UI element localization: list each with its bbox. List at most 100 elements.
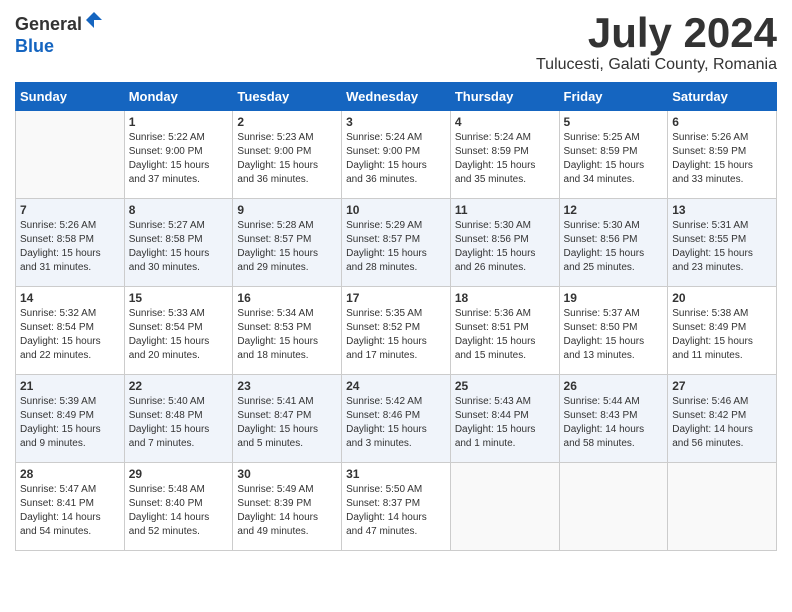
day-info: Sunrise: 5:32 AMSunset: 8:54 PMDaylight:…	[20, 307, 120, 363]
day-number: 22	[129, 379, 229, 393]
day-number: 1	[129, 115, 229, 129]
day-number: 13	[672, 203, 772, 217]
calendar-cell: 16Sunrise: 5:34 AMSunset: 8:53 PMDayligh…	[233, 287, 342, 375]
calendar-cell	[559, 463, 668, 551]
day-info: Sunrise: 5:50 AMSunset: 8:37 PMDaylight:…	[346, 483, 446, 539]
day-info: Sunrise: 5:46 AMSunset: 8:42 PMDaylight:…	[672, 395, 772, 451]
day-number: 10	[346, 203, 446, 217]
location-title: Tulucesti, Galati County, Romania	[536, 56, 777, 74]
calendar-cell: 3 Sunrise: 5:24 AMSunset: 9:00 PMDaylight…	[342, 111, 451, 199]
calendar-cell	[450, 463, 559, 551]
day-number: 7	[20, 203, 120, 217]
day-info: Sunrise: 5:38 AMSunset: 8:49 PMDaylight:…	[672, 307, 772, 363]
calendar-cell: 17Sunrise: 5:35 AMSunset: 8:52 PMDayligh…	[342, 287, 451, 375]
calendar-cell: 12 Sunrise: 5:30 AMSunset: 8:56 PMDayligh…	[559, 199, 668, 287]
weekday-header-monday: Monday	[124, 83, 233, 111]
day-number: 8	[129, 203, 229, 217]
day-info: Sunrise: 5:26 AMSunset: 8:58 PMDaylight:…	[20, 219, 120, 275]
calendar-cell: 22 Sunrise: 5:40 AMSunset: 8:48 PMDayligh…	[124, 375, 233, 463]
calendar-week-row: 7 Sunrise: 5:26 AMSunset: 8:58 PMDaylight…	[16, 199, 777, 287]
day-number: 9	[237, 203, 337, 217]
logo-icon	[84, 10, 104, 30]
calendar-cell: 10Sunrise: 5:29 AMSunset: 8:57 PMDayligh…	[342, 199, 451, 287]
day-info: Sunrise: 5:44 AMSunset: 8:43 PMDaylight:…	[564, 395, 664, 451]
page-header: General Blue July 2024 Tulucesti, Galati…	[15, 10, 777, 74]
day-info: Sunrise: 5:22 AMSunset: 9:00 PMDaylight:…	[129, 131, 229, 187]
day-number: 12	[564, 203, 664, 217]
calendar-table: SundayMondayTuesdayWednesdayThursdayFrid…	[15, 82, 777, 551]
month-title: July 2024	[536, 10, 777, 56]
day-info: Sunrise: 5:28 AMSunset: 8:57 PMDaylight:…	[237, 219, 337, 275]
day-info: Sunrise: 5:49 AMSunset: 8:39 PMDaylight:…	[237, 483, 337, 539]
weekday-header-wednesday: Wednesday	[342, 83, 451, 111]
calendar-cell: 9 Sunrise: 5:28 AMSunset: 8:57 PMDaylight…	[233, 199, 342, 287]
calendar-cell: 25 Sunrise: 5:43 AMSunset: 8:44 PMDayligh…	[450, 375, 559, 463]
day-number: 27	[672, 379, 772, 393]
day-number: 2	[237, 115, 337, 129]
day-info: Sunrise: 5:41 AMSunset: 8:47 PMDaylight:…	[237, 395, 337, 451]
day-number: 26	[564, 379, 664, 393]
calendar-cell: 6 Sunrise: 5:26 AMSunset: 8:59 PMDaylight…	[668, 111, 777, 199]
day-number: 15	[129, 291, 229, 305]
calendar-cell	[668, 463, 777, 551]
calendar-cell: 4 Sunrise: 5:24 AMSunset: 8:59 PMDaylight…	[450, 111, 559, 199]
calendar-cell: 15 Sunrise: 5:33 AMSunset: 8:54 PMDayligh…	[124, 287, 233, 375]
day-info: Sunrise: 5:39 AMSunset: 8:49 PMDaylight:…	[20, 395, 120, 451]
day-number: 24	[346, 379, 446, 393]
weekday-header-saturday: Saturday	[668, 83, 777, 111]
day-info: Sunrise: 5:27 AMSunset: 8:58 PMDaylight:…	[129, 219, 229, 275]
calendar-cell: 24Sunrise: 5:42 AMSunset: 8:46 PMDayligh…	[342, 375, 451, 463]
calendar-cell: 11Sunrise: 5:30 AMSunset: 8:56 PMDayligh…	[450, 199, 559, 287]
day-info: Sunrise: 5:47 AMSunset: 8:41 PMDaylight:…	[20, 483, 120, 539]
day-number: 5	[564, 115, 664, 129]
day-info: Sunrise: 5:31 AMSunset: 8:55 PMDaylight:…	[672, 219, 772, 275]
day-number: 21	[20, 379, 120, 393]
day-number: 4	[455, 115, 555, 129]
calendar-cell: 5Sunrise: 5:25 AMSunset: 8:59 PMDaylight…	[559, 111, 668, 199]
calendar-cell: 28Sunrise: 5:47 AMSunset: 8:41 PMDayligh…	[16, 463, 125, 551]
day-number: 31	[346, 467, 446, 481]
day-info: Sunrise: 5:23 AMSunset: 9:00 PMDaylight:…	[237, 131, 337, 187]
day-info: Sunrise: 5:26 AMSunset: 8:59 PMDaylight:…	[672, 131, 772, 187]
day-info: Sunrise: 5:48 AMSunset: 8:40 PMDaylight:…	[129, 483, 229, 539]
day-number: 3	[346, 115, 446, 129]
day-info: Sunrise: 5:36 AMSunset: 8:51 PMDaylight:…	[455, 307, 555, 363]
day-number: 29	[129, 467, 229, 481]
calendar-cell: 26 Sunrise: 5:44 AMSunset: 8:43 PMDayligh…	[559, 375, 668, 463]
day-info: Sunrise: 5:43 AMSunset: 8:44 PMDaylight:…	[455, 395, 555, 451]
day-number: 23	[237, 379, 337, 393]
calendar-cell: 30Sunrise: 5:49 AMSunset: 8:39 PMDayligh…	[233, 463, 342, 551]
day-number: 25	[455, 379, 555, 393]
day-number: 18	[455, 291, 555, 305]
weekday-header-friday: Friday	[559, 83, 668, 111]
day-info: Sunrise: 5:40 AMSunset: 8:48 PMDaylight:…	[129, 395, 229, 451]
logo: General Blue	[15, 10, 104, 57]
day-info: Sunrise: 5:24 AMSunset: 8:59 PMDaylight:…	[455, 131, 555, 187]
calendar-cell: 23 Sunrise: 5:41 AMSunset: 8:47 PMDayligh…	[233, 375, 342, 463]
day-number: 20	[672, 291, 772, 305]
calendar-cell	[16, 111, 125, 199]
calendar-cell: 27 Sunrise: 5:46 AMSunset: 8:42 PMDayligh…	[668, 375, 777, 463]
calendar-week-row: 14Sunrise: 5:32 AMSunset: 8:54 PMDayligh…	[16, 287, 777, 375]
calendar-cell: 20 Sunrise: 5:38 AMSunset: 8:49 PMDayligh…	[668, 287, 777, 375]
logo-general-text: General	[15, 14, 82, 34]
calendar-header-row: SundayMondayTuesdayWednesdayThursdayFrid…	[16, 83, 777, 111]
day-info: Sunrise: 5:35 AMSunset: 8:52 PMDaylight:…	[346, 307, 446, 363]
day-info: Sunrise: 5:30 AMSunset: 8:56 PMDaylight:…	[455, 219, 555, 275]
calendar-cell: 14Sunrise: 5:32 AMSunset: 8:54 PMDayligh…	[16, 287, 125, 375]
calendar-cell: 7 Sunrise: 5:26 AMSunset: 8:58 PMDaylight…	[16, 199, 125, 287]
calendar-cell: 13 Sunrise: 5:31 AMSunset: 8:55 PMDayligh…	[668, 199, 777, 287]
day-info: Sunrise: 5:24 AMSunset: 9:00 PMDaylight:…	[346, 131, 446, 187]
calendar-cell: 18 Sunrise: 5:36 AMSunset: 8:51 PMDayligh…	[450, 287, 559, 375]
day-info: Sunrise: 5:30 AMSunset: 8:56 PMDaylight:…	[564, 219, 664, 275]
calendar-week-row: 21 Sunrise: 5:39 AMSunset: 8:49 PMDayligh…	[16, 375, 777, 463]
calendar-cell: 1 Sunrise: 5:22 AMSunset: 9:00 PMDaylight…	[124, 111, 233, 199]
weekday-header-tuesday: Tuesday	[233, 83, 342, 111]
weekday-header-thursday: Thursday	[450, 83, 559, 111]
calendar-cell: 21 Sunrise: 5:39 AMSunset: 8:49 PMDayligh…	[16, 375, 125, 463]
calendar-week-row: 28Sunrise: 5:47 AMSunset: 8:41 PMDayligh…	[16, 463, 777, 551]
calendar-cell: 19Sunrise: 5:37 AMSunset: 8:50 PMDayligh…	[559, 287, 668, 375]
weekday-header-sunday: Sunday	[16, 83, 125, 111]
day-info: Sunrise: 5:33 AMSunset: 8:54 PMDaylight:…	[129, 307, 229, 363]
day-number: 6	[672, 115, 772, 129]
